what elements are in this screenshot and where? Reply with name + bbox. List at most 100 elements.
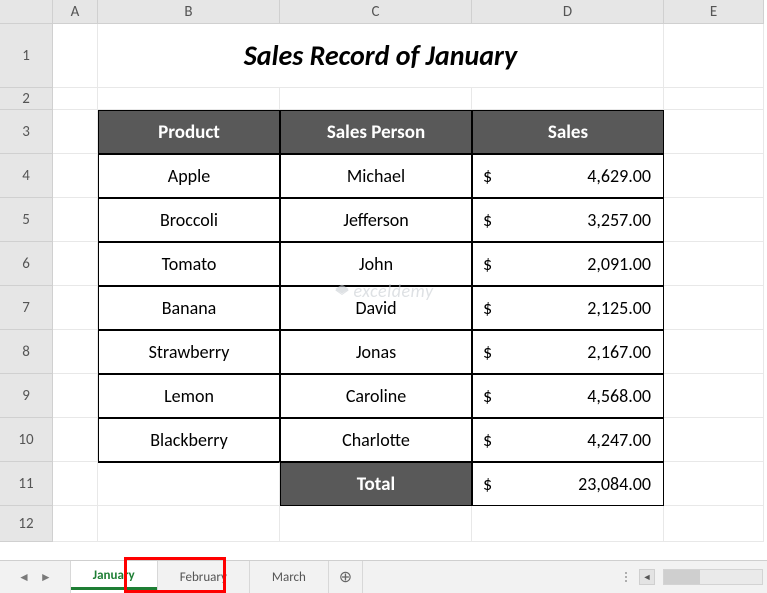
row-header-8[interactable]: 8: [0, 330, 53, 374]
cell[interactable]: [664, 88, 764, 110]
cell[interactable]: [53, 286, 98, 330]
cell[interactable]: [664, 462, 764, 506]
cell[interactable]: [664, 286, 764, 330]
table-row[interactable]: David: [280, 286, 472, 330]
cell[interactable]: [98, 462, 280, 506]
cell[interactable]: [53, 242, 98, 286]
cell[interactable]: [280, 88, 472, 110]
cell[interactable]: [664, 374, 764, 418]
sales-value: 2,167.00: [587, 341, 651, 363]
cell[interactable]: [53, 24, 98, 88]
row-header-10[interactable]: 10: [0, 418, 53, 462]
cell[interactable]: [664, 330, 764, 374]
total-value-cell[interactable]: $23,084.00: [472, 462, 664, 506]
currency-symbol: $: [483, 253, 492, 275]
cell[interactable]: [664, 154, 764, 198]
row-header-6[interactable]: 6: [0, 242, 53, 286]
col-header-A[interactable]: A: [53, 0, 98, 24]
table-row[interactable]: $3,257.00: [472, 198, 664, 242]
sales-value: 4,629.00: [587, 165, 651, 187]
table-row[interactable]: $2,167.00: [472, 330, 664, 374]
cell[interactable]: [53, 198, 98, 242]
cell[interactable]: [280, 506, 472, 542]
table-row[interactable]: Tomato: [98, 242, 280, 286]
table-row[interactable]: $4,568.00: [472, 374, 664, 418]
row-header-11[interactable]: 11: [0, 462, 53, 506]
table-row[interactable]: $4,629.00: [472, 154, 664, 198]
tab-label: March: [272, 570, 306, 585]
tab-nav-left-icon[interactable]: ◄: [18, 570, 30, 585]
cell[interactable]: [53, 462, 98, 506]
table-row[interactable]: Michael: [280, 154, 472, 198]
cell[interactable]: [53, 154, 98, 198]
cell[interactable]: [53, 330, 98, 374]
hscroll-left-icon[interactable]: ◄: [639, 569, 655, 585]
row-header-7[interactable]: 7: [0, 286, 53, 330]
tab-bar-drag-handle-icon[interactable]: [621, 572, 631, 582]
table-row[interactable]: Caroline: [280, 374, 472, 418]
cell[interactable]: [98, 506, 280, 542]
col-header-B[interactable]: B: [98, 0, 280, 24]
table-header-sales[interactable]: Sales: [472, 110, 664, 154]
sales-value: 4,568.00: [587, 385, 651, 407]
cell[interactable]: [664, 418, 764, 462]
row-header-4[interactable]: 4: [0, 154, 53, 198]
cell[interactable]: [53, 110, 98, 154]
cell[interactable]: [53, 88, 98, 110]
table-row[interactable]: Apple: [98, 154, 280, 198]
cell[interactable]: [98, 88, 280, 110]
table-row[interactable]: John: [280, 242, 472, 286]
cell[interactable]: [664, 24, 764, 88]
currency-symbol: $: [483, 473, 492, 495]
row-header-5[interactable]: 5: [0, 198, 53, 242]
table-row[interactable]: $2,091.00: [472, 242, 664, 286]
table-row[interactable]: Jonas: [280, 330, 472, 374]
sales-value: 2,091.00: [587, 253, 651, 275]
hscroll-thumb[interactable]: [664, 570, 700, 584]
sales-value: 3,257.00: [587, 209, 651, 231]
table-row[interactable]: Banana: [98, 286, 280, 330]
new-sheet-button[interactable]: ⊕: [329, 561, 363, 593]
cell[interactable]: [472, 88, 664, 110]
select-all-corner[interactable]: [0, 0, 53, 24]
table-row[interactable]: Strawberry: [98, 330, 280, 374]
row-header-1[interactable]: 1: [0, 24, 53, 88]
cell[interactable]: [664, 110, 764, 154]
table-row[interactable]: Broccoli: [98, 198, 280, 242]
total-value: 23,084.00: [578, 473, 651, 495]
cell[interactable]: [53, 374, 98, 418]
col-header-E[interactable]: E: [664, 0, 764, 24]
tab-january[interactable]: January: [71, 561, 158, 593]
table-row[interactable]: $2,125.00: [472, 286, 664, 330]
cell[interactable]: [664, 506, 764, 542]
table-header-product[interactable]: Product: [98, 110, 280, 154]
tab-february[interactable]: February: [158, 561, 250, 593]
tab-march[interactable]: March: [250, 561, 329, 593]
cell[interactable]: [664, 198, 764, 242]
page-title[interactable]: Sales Record of January: [98, 24, 664, 88]
tab-nav-right-icon[interactable]: ►: [40, 570, 52, 585]
total-label[interactable]: Total: [280, 462, 472, 506]
spreadsheet-grid: A B C D E 1 2 3 4 5 6 7 8 9 10 11 12 Sal…: [0, 0, 767, 560]
cell[interactable]: [53, 506, 98, 542]
table-row[interactable]: Charlotte: [280, 418, 472, 462]
table-header-person[interactable]: Sales Person: [280, 110, 472, 154]
row-header-12[interactable]: 12: [0, 506, 53, 542]
table-row[interactable]: Lemon: [98, 374, 280, 418]
sheet-tab-bar: ◄ ► January February March ⊕ ◄: [0, 560, 767, 593]
tab-label: January: [93, 568, 135, 583]
sales-value: 2,125.00: [587, 297, 651, 319]
table-row[interactable]: Jefferson: [280, 198, 472, 242]
col-header-D[interactable]: D: [472, 0, 664, 24]
row-header-9[interactable]: 9: [0, 374, 53, 418]
col-header-C[interactable]: C: [280, 0, 472, 24]
table-row[interactable]: Blackberry: [98, 418, 280, 462]
table-row[interactable]: $4,247.00: [472, 418, 664, 462]
cell[interactable]: [472, 506, 664, 542]
cell[interactable]: [664, 242, 764, 286]
sales-value: 4,247.00: [587, 429, 651, 451]
row-header-2[interactable]: 2: [0, 88, 53, 110]
hscroll-track[interactable]: [663, 569, 763, 585]
cell[interactable]: [53, 418, 98, 462]
row-header-3[interactable]: 3: [0, 110, 53, 154]
